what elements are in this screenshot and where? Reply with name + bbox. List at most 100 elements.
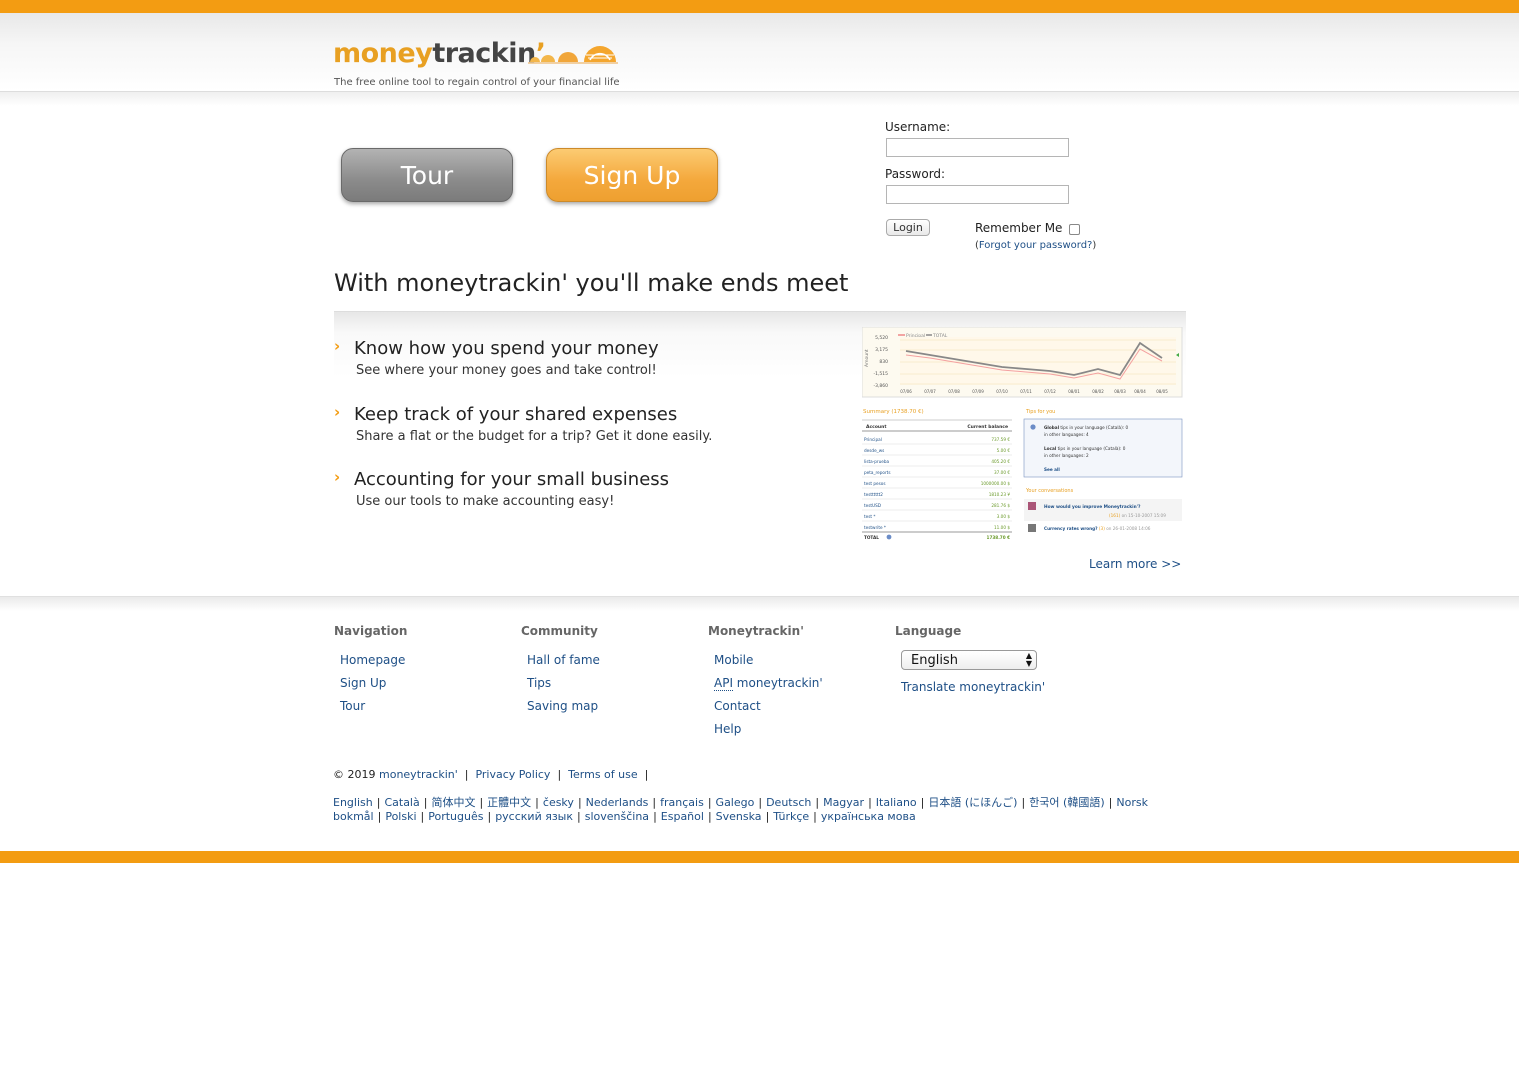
footer-link-signup[interactable]: Sign Up xyxy=(340,676,386,690)
lang-link[interactable]: Español xyxy=(661,810,704,823)
footer-link-tour[interactable]: Tour xyxy=(340,699,365,713)
footer-link-api[interactable]: API moneytrackin' xyxy=(714,676,823,691)
svg-text:281.76 $: 281.76 $ xyxy=(991,503,1010,508)
svg-text:08/01: 08/01 xyxy=(1068,389,1080,394)
password-input[interactable] xyxy=(886,185,1069,204)
svg-text:Your conversations: Your conversations xyxy=(1025,488,1074,494)
svg-text:3,175: 3,175 xyxy=(875,347,888,353)
svg-text:07/08: 07/08 xyxy=(948,389,960,394)
page-headline: With moneytrackin' you'll make ends meet xyxy=(334,269,849,297)
lang-link[interactable]: 한국어 (韓國語) xyxy=(1029,796,1104,809)
privacy-policy-link[interactable]: Privacy Policy xyxy=(475,768,550,781)
svg-text:in other languages: 4: in other languages: 4 xyxy=(1044,432,1089,437)
svg-text:Tips for you: Tips for you xyxy=(1025,409,1055,415)
logo[interactable]: moneytrackin’ xyxy=(333,38,546,69)
footer-link-contact[interactable]: Contact xyxy=(714,699,761,713)
translate-link[interactable]: Translate moneytrackin' xyxy=(901,680,1045,694)
signup-button[interactable]: Sign Up xyxy=(546,148,718,202)
svg-text:(161) on 15-10-2007 15:09: (161) on 15-10-2007 15:09 xyxy=(1109,513,1166,518)
svg-text:peta_reports: peta_reports xyxy=(864,470,891,475)
svg-text:11.00 $: 11.00 $ xyxy=(994,525,1010,530)
forgot-password: (Forgot your password?) xyxy=(975,240,1097,251)
svg-text:3.00 $: 3.00 $ xyxy=(997,514,1011,519)
svg-text:Local tips in your language (C: Local tips in your language (Català): 0 xyxy=(1044,446,1126,451)
top-accent-bar xyxy=(0,0,1519,13)
svg-text:desde_ws: desde_ws xyxy=(864,448,884,453)
svg-text:testwrite *: testwrite * xyxy=(864,525,886,530)
bottom-accent-bar xyxy=(0,851,1519,863)
svg-text:-1,515: -1,515 xyxy=(873,371,888,377)
lang-link[interactable]: English xyxy=(333,796,373,809)
svg-text:5.00 €: 5.00 € xyxy=(997,448,1011,453)
svg-text:Global tips in your language (: Global tips in your language (Català): 0 xyxy=(1044,425,1128,430)
lang-link[interactable]: Deutsch xyxy=(766,796,811,809)
terms-of-use-link[interactable]: Terms of use xyxy=(568,768,637,781)
lang-link[interactable]: Nederlands xyxy=(586,796,649,809)
svg-text:Summary (1738.70 €): Summary (1738.70 €) xyxy=(863,409,924,415)
svg-text:testttttt2: testttttt2 xyxy=(864,492,883,497)
svg-text:08/03: 08/03 xyxy=(1114,389,1126,394)
footer-link-tips[interactable]: Tips xyxy=(527,676,551,690)
lang-link[interactable]: Português xyxy=(428,810,483,823)
svg-text:1738.70 €: 1738.70 € xyxy=(987,535,1011,540)
footer-link-mobile[interactable]: Mobile xyxy=(714,653,753,667)
lang-link[interactable]: Magyar xyxy=(823,796,864,809)
svg-text:07/09: 07/09 xyxy=(972,389,984,394)
lang-link[interactable]: українська мова xyxy=(821,810,916,823)
svg-text:08/05: 08/05 xyxy=(1156,389,1168,394)
remember-me-checkbox[interactable] xyxy=(1069,224,1080,235)
language-select[interactable]: English ▲ ▼ xyxy=(901,650,1037,670)
svg-text:lista-prueba: lista-prueba xyxy=(864,459,889,464)
lang-link[interactable]: Svenska xyxy=(716,810,762,823)
svg-text:07/12: 07/12 xyxy=(1044,389,1056,394)
username-label: Username: xyxy=(885,120,951,134)
chevron-right-icon: › xyxy=(334,337,341,355)
svg-text:Current balance: Current balance xyxy=(967,424,1008,430)
learn-more-link[interactable]: Learn more >> xyxy=(1089,557,1181,571)
remember-me-label: Remember Me xyxy=(975,221,1063,235)
password-label: Password: xyxy=(885,167,946,181)
lang-link[interactable]: Català xyxy=(384,796,419,809)
lang-link[interactable]: 日本語 (にほんご) xyxy=(928,796,1017,809)
tagline: The free online tool to regain control o… xyxy=(334,77,620,88)
svg-text:See all: See all xyxy=(1044,467,1060,472)
lang-link[interactable]: Türkçe xyxy=(773,810,809,823)
lang-link[interactable]: русский язык xyxy=(495,810,573,823)
lang-link[interactable]: 简体中文 xyxy=(431,796,475,809)
svg-text:Account: Account xyxy=(866,424,887,430)
lang-link[interactable]: 正體中文 xyxy=(487,796,531,809)
footer-link-help[interactable]: Help xyxy=(714,722,741,736)
copyright-bar: © 2019 moneytrackin' | Privacy Policy | Term… xyxy=(333,768,649,781)
username-input[interactable] xyxy=(886,138,1069,157)
lang-link[interactable]: français xyxy=(660,796,704,809)
footer-nav-title: Navigation xyxy=(334,624,408,638)
svg-text:test *: test * xyxy=(864,514,875,519)
lang-link[interactable]: slovenščina xyxy=(585,810,649,823)
login-button[interactable]: Login xyxy=(886,219,930,236)
footer-link-hall-of-fame[interactable]: Hall of fame xyxy=(527,653,600,667)
svg-text:in other languages: 2: in other languages: 2 xyxy=(1044,453,1089,458)
footer-link-homepage[interactable]: Homepage xyxy=(340,653,405,667)
svg-text:08/02: 08/02 xyxy=(1092,389,1104,394)
lang-link[interactable]: Polski xyxy=(385,810,416,823)
svg-text:08/04: 08/04 xyxy=(1134,389,1146,394)
svg-text:testUSD: testUSD xyxy=(864,503,881,508)
copyright-link[interactable]: moneytrackin' xyxy=(379,768,458,781)
svg-text:Currency rates wrong? (3) on 2: Currency rates wrong? (3) on 26-01-2008 … xyxy=(1044,526,1151,531)
sunrise-logo-icon xyxy=(528,46,618,64)
forgot-password-link[interactable]: Forgot your password? xyxy=(979,240,1092,251)
footer-link-saving-map[interactable]: Saving map xyxy=(527,699,598,713)
svg-text:07/06: 07/06 xyxy=(900,389,912,394)
footer-moneytrackin-title: Moneytrackin' xyxy=(708,624,804,638)
lang-link[interactable]: Italiano xyxy=(876,796,917,809)
lang-link[interactable]: Galego xyxy=(716,796,755,809)
svg-text:37.00 €: 37.00 € xyxy=(994,470,1010,475)
svg-text:1000000.00 $: 1000000.00 $ xyxy=(981,481,1011,486)
svg-text:07/11: 07/11 xyxy=(1020,389,1032,394)
svg-text:405.20 €: 405.20 € xyxy=(991,459,1010,464)
tour-button[interactable]: Tour xyxy=(341,148,513,202)
lang-link[interactable]: česky xyxy=(543,796,574,809)
chevron-right-icon: › xyxy=(334,468,341,486)
language-links: English | Català | 简体中文 | 正體中文 | česky | Nederland… xyxy=(333,796,1148,823)
svg-text:How would you improve Moneytra: How would you improve Moneytrackin'? xyxy=(1044,504,1141,510)
